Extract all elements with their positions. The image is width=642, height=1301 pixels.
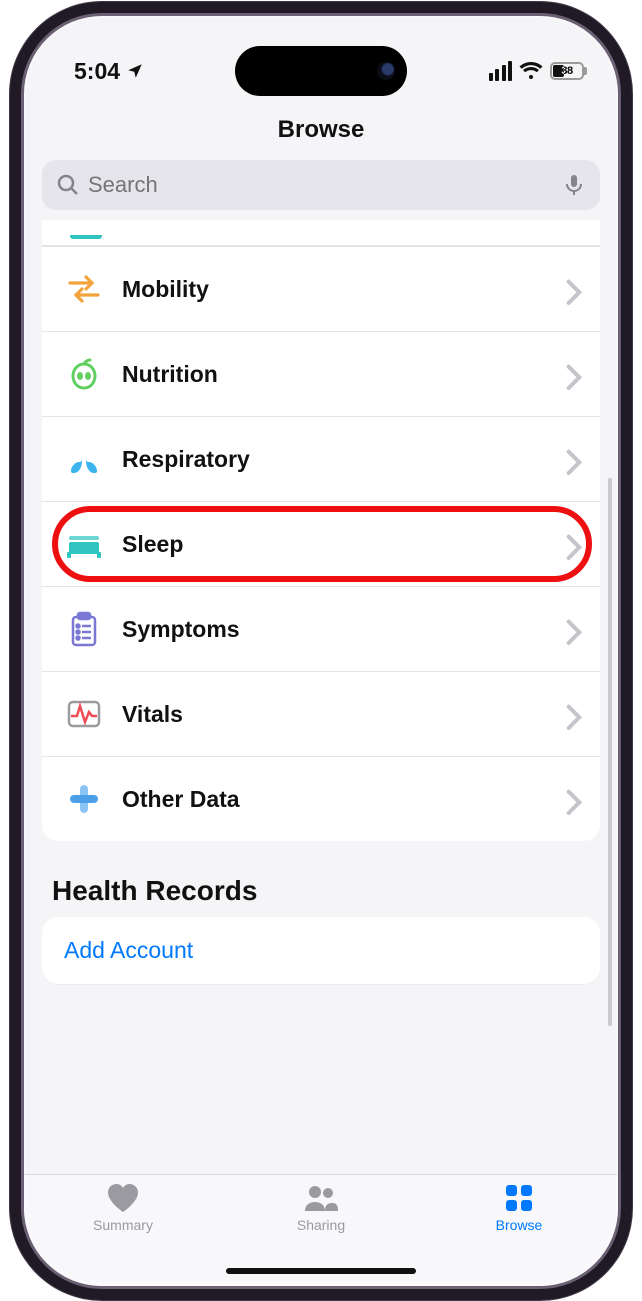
chevron-right-icon bbox=[566, 789, 582, 809]
scroll-indicator[interactable] bbox=[608, 478, 612, 1026]
heart-icon bbox=[106, 1183, 140, 1213]
list-item-label: Nutrition bbox=[122, 361, 566, 388]
nutrition-icon bbox=[64, 354, 104, 394]
list-item-label: Sleep bbox=[122, 531, 566, 558]
grid-icon bbox=[502, 1183, 536, 1213]
status-time: 5:04 bbox=[74, 58, 120, 85]
cellular-signal-icon bbox=[489, 61, 513, 81]
front-camera-icon bbox=[377, 62, 395, 80]
list-item-mobility[interactable]: Mobility bbox=[42, 246, 600, 331]
wifi-icon bbox=[519, 61, 543, 81]
tab-browse[interactable]: Browse bbox=[420, 1183, 618, 1286]
list-item-respiratory[interactable]: Respiratory bbox=[42, 416, 600, 501]
tab-label: Browse bbox=[496, 1217, 543, 1233]
battery-icon: 38 bbox=[550, 62, 584, 80]
sleep-icon bbox=[64, 524, 104, 564]
side-button-silent bbox=[10, 228, 16, 266]
location-arrow-icon bbox=[126, 62, 144, 80]
dictation-icon[interactable] bbox=[562, 173, 586, 197]
vitals-icon bbox=[64, 694, 104, 734]
list-item-label: Mobility bbox=[122, 276, 566, 303]
partial-category-icon bbox=[70, 229, 102, 239]
tab-label: Summary bbox=[93, 1217, 153, 1233]
list-item-vitals[interactable]: Vitals bbox=[42, 671, 600, 756]
list-item-sleep[interactable]: Sleep bbox=[42, 501, 600, 586]
list-item-label: Vitals bbox=[122, 701, 566, 728]
list-item-nutrition[interactable]: Nutrition bbox=[42, 331, 600, 416]
list-item-symptoms[interactable]: Symptoms bbox=[42, 586, 600, 671]
chevron-right-icon bbox=[566, 619, 582, 639]
search-input[interactable] bbox=[88, 172, 562, 198]
home-indicator[interactable] bbox=[226, 1268, 416, 1274]
respiratory-icon bbox=[64, 439, 104, 479]
dynamic-island bbox=[235, 46, 407, 96]
symptoms-icon bbox=[64, 609, 104, 649]
list-item-label: Respiratory bbox=[122, 446, 566, 473]
chevron-right-icon bbox=[566, 534, 582, 554]
page-title: Browse bbox=[24, 96, 618, 156]
mobility-icon bbox=[64, 269, 104, 309]
side-button-power bbox=[626, 320, 632, 440]
section-header-health-records: Health Records bbox=[52, 875, 590, 907]
tab-summary[interactable]: Summary bbox=[24, 1183, 222, 1286]
chevron-right-icon bbox=[566, 449, 582, 469]
other-data-icon bbox=[64, 779, 104, 819]
browse-list[interactable]: Mobility Nutrition Respiratory bbox=[24, 220, 618, 984]
side-button-vol-up bbox=[10, 298, 16, 378]
device-frame: 5:04 38 Browse bbox=[24, 16, 618, 1286]
add-account-button[interactable]: Add Account bbox=[42, 917, 600, 984]
battery-percentage: 38 bbox=[552, 65, 582, 77]
search-field[interactable] bbox=[42, 160, 600, 210]
chevron-right-icon bbox=[566, 364, 582, 384]
list-item-partial[interactable] bbox=[42, 220, 600, 246]
add-account-label: Add Account bbox=[64, 937, 193, 963]
tab-label: Sharing bbox=[297, 1217, 345, 1233]
list-item-other-data[interactable]: Other Data bbox=[42, 756, 600, 841]
chevron-right-icon bbox=[566, 279, 582, 299]
search-icon bbox=[56, 173, 80, 197]
list-item-label: Other Data bbox=[122, 786, 566, 813]
side-button-vol-down bbox=[10, 398, 16, 478]
chevron-right-icon bbox=[566, 704, 582, 724]
categories-card: Mobility Nutrition Respiratory bbox=[42, 220, 600, 841]
people-icon bbox=[304, 1183, 338, 1213]
list-item-label: Symptoms bbox=[122, 616, 566, 643]
